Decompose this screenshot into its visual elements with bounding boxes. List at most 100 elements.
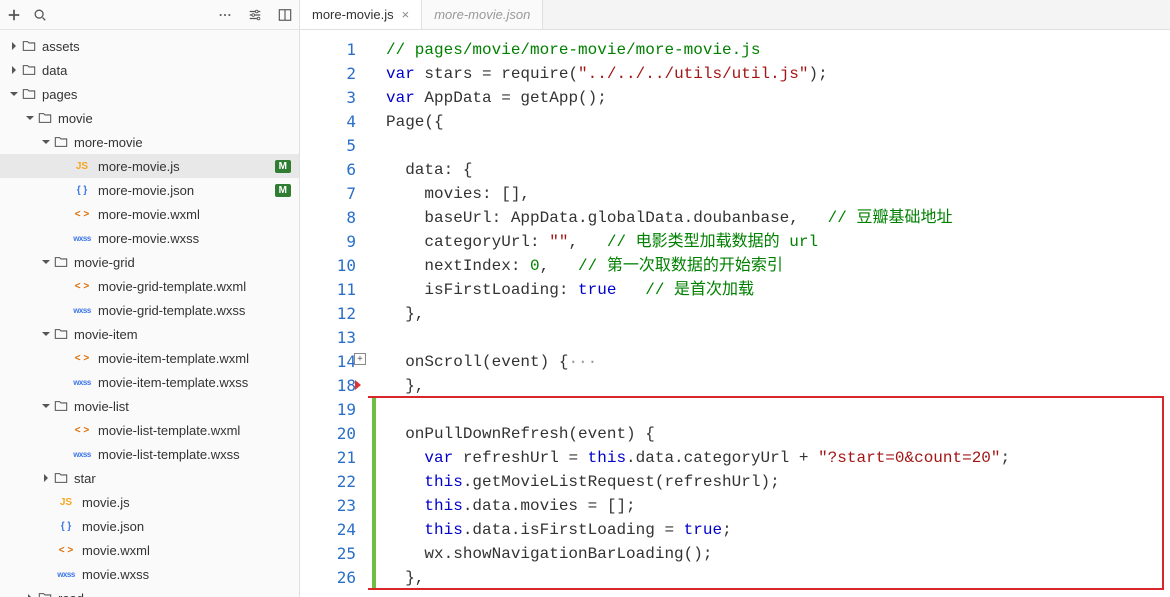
close-icon[interactable]: × [402,7,410,22]
code-content[interactable]: // pages/movie/more-movie/more-movie.jsv… [368,30,1170,597]
tree-label: movie-list-template.wxss [98,447,291,462]
change-marker [372,446,376,470]
code-line[interactable]: var refreshUrl = this.data.categoryUrl +… [386,446,1170,470]
wxss-icon: wxss [70,306,94,315]
more-icon[interactable] [217,7,233,23]
fold-icon[interactable]: + [354,353,366,365]
file-movie-list-template.wxml[interactable]: < >movie-list-template.wxml [0,418,299,442]
tree-label: pages [42,87,291,102]
code-line[interactable] [386,398,1170,422]
folder-icon [38,111,52,125]
folder-data[interactable]: data [0,58,299,82]
folder-icon [22,87,36,101]
json-icon: { } [54,521,78,532]
change-marker [372,494,376,518]
code-line[interactable]: data: { [386,158,1170,182]
code-line[interactable]: }, [386,566,1170,590]
tree-label: movie.wxss [82,567,291,582]
chevron-right-icon[interactable] [8,64,20,76]
breakpoint-icon[interactable] [355,380,361,390]
file-movie-list-template.wxss[interactable]: wxss movie-list-template.wxss [0,442,299,466]
chevron-right-icon[interactable] [40,472,52,484]
code-line[interactable]: this.getMovieListRequest(refreshUrl); [386,470,1170,494]
folder-more-movie[interactable]: more-movie [0,130,299,154]
folder-pages[interactable]: pages [0,82,299,106]
tree-label: movie.json [82,519,291,534]
code-line[interactable]: movies: [], [386,182,1170,206]
folder-read[interactable]: read [0,586,299,597]
file-movie-item-template.wxml[interactable]: < >movie-item-template.wxml [0,346,299,370]
sidebar-toolbar [0,0,299,30]
tree-label: movie-grid-template.wxss [98,303,291,318]
folder-movie[interactable]: movie [0,106,299,130]
chevron-right-icon[interactable] [8,40,20,52]
folder-assets[interactable]: assets [0,34,299,58]
code-line[interactable]: wx.showNavigationBarLoading(); [386,542,1170,566]
code-line[interactable]: // pages/movie/more-movie/more-movie.js [386,38,1170,62]
code-line[interactable]: Page({ [386,110,1170,134]
tree-label: movie-list [74,399,291,414]
search-icon[interactable] [32,7,48,23]
chevron-down-icon[interactable] [40,256,52,268]
gutter-line: 9 [300,230,356,254]
wxss-icon: wxss [70,450,94,459]
code-line[interactable] [386,326,1170,350]
file-movie.wxml[interactable]: < >movie.wxml [0,538,299,562]
gutter-line: 24 [300,518,356,542]
file-more-movie.json[interactable]: { }more-movie.jsonM [0,178,299,202]
split-icon[interactable] [277,7,293,23]
file-movie-grid-template.wxss[interactable]: wxss movie-grid-template.wxss [0,298,299,322]
file-more-movie.js[interactable]: JSmore-movie.jsM [0,154,299,178]
json-icon: { } [70,185,94,196]
wxss-icon: wxss [70,234,94,243]
wxss-icon: wxss [54,570,78,579]
code-line[interactable]: this.data.isFirstLoading = true; [386,518,1170,542]
gutter-line: 2 [300,62,356,86]
tree-label: assets [42,39,291,54]
chevron-down-icon[interactable] [40,328,52,340]
code-line[interactable]: this.data.movies = []; [386,494,1170,518]
code-line[interactable] [386,134,1170,158]
plus-icon[interactable] [6,7,22,23]
tree-label: movie-item-template.wxss [98,375,291,390]
file-more-movie.wxss[interactable]: wxssmore-movie.wxss [0,226,299,250]
code-line[interactable]: var AppData = getApp(); [386,86,1170,110]
file-movie.json[interactable]: { } movie.json [0,514,299,538]
gutter-line: 22 [300,470,356,494]
code-line[interactable]: nextIndex: 0, // 第一次取数据的开始索引 [386,254,1170,278]
code-line[interactable]: baseUrl: AppData.globalData.doubanbase, … [386,206,1170,230]
file-tree[interactable]: assets data pages movie more-movieJSmore-mov… [0,30,299,597]
file-movie-grid-template.wxml[interactable]: < >movie-grid-template.wxml [0,274,299,298]
chevron-right-icon[interactable] [24,592,36,597]
chevron-down-icon[interactable] [40,400,52,412]
gutter: 1234567891011121314+181920212223242526 [300,30,368,597]
code-line[interactable]: }, [386,302,1170,326]
settings-icon[interactable] [247,7,263,23]
gutter-line: 5 [300,134,356,158]
change-marker [372,566,376,590]
chevron-down-icon[interactable] [24,112,36,124]
tab-more-movie.json[interactable]: more-movie.json [422,0,543,29]
tree-label: movie [58,111,291,126]
code-line[interactable]: isFirstLoading: true // 是首次加载 [386,278,1170,302]
change-marker [372,518,376,542]
code-line[interactable]: categoryUrl: "", // 电影类型加载数据的 url [386,230,1170,254]
code-line[interactable]: }, [386,374,1170,398]
file-movie-item-template.wxss[interactable]: wxssmovie-item-template.wxss [0,370,299,394]
folder-star[interactable]: star [0,466,299,490]
chevron-down-icon[interactable] [40,136,52,148]
tree-label: movie-list-template.wxml [98,423,291,438]
file-movie.wxss[interactable]: wxss movie.wxss [0,562,299,586]
file-more-movie.wxml[interactable]: < >more-movie.wxml [0,202,299,226]
folder-movie-grid[interactable]: movie-grid [0,250,299,274]
code-line[interactable]: onPullDownRefresh(event) { [386,422,1170,446]
folder-movie-item[interactable]: movie-item [0,322,299,346]
chevron-down-icon[interactable] [8,88,20,100]
tab-more-movie.js[interactable]: more-movie.js× [300,0,422,29]
change-marker [372,398,376,422]
folder-icon [54,255,68,269]
code-line[interactable]: var stars = require("../../../utils/util… [386,62,1170,86]
file-movie.js[interactable]: JSmovie.js [0,490,299,514]
folder-movie-list[interactable]: movie-list [0,394,299,418]
code-line[interactable]: onScroll(event) {··· [386,350,1170,374]
